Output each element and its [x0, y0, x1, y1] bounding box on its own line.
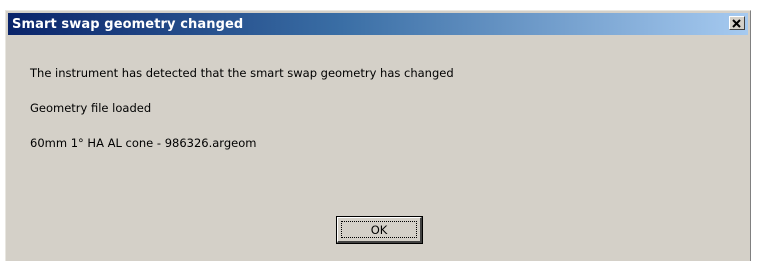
message-detected: The instrument has detected that the sma… [30, 66, 454, 80]
ok-button[interactable]: OK [336, 216, 423, 244]
close-icon [732, 18, 741, 28]
dialog-title: Smart swap geometry changed [12, 16, 244, 32]
ok-button-label: OK [370, 222, 388, 237]
message-file-loaded: Geometry file loaded [30, 101, 152, 115]
message-geometry-name: 60mm 1° HA AL cone - 986326.argeom [30, 136, 257, 150]
title-bar[interactable]: Smart swap geometry changed [8, 13, 748, 35]
dialog-window: Smart swap geometry changed The instrume… [5, 10, 751, 261]
close-button[interactable] [729, 16, 745, 30]
